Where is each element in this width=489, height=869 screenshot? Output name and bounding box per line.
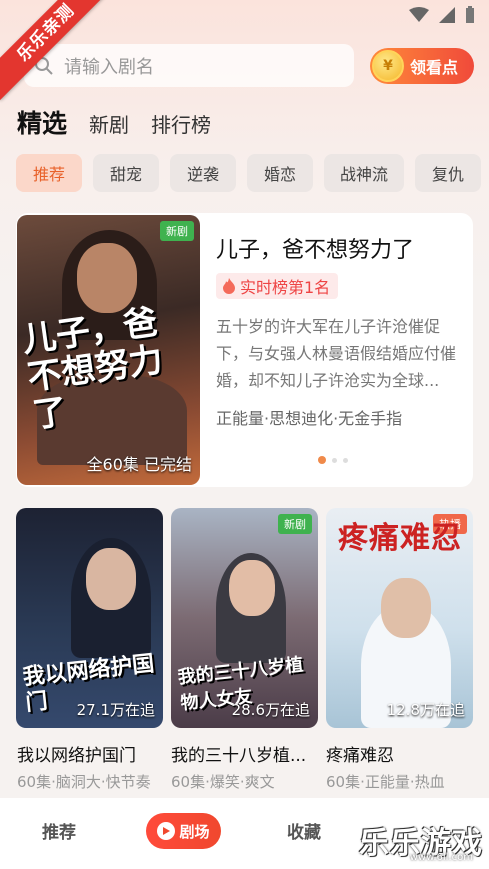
drama-sub-2: 60集·爆笑·爽文 — [171, 773, 275, 791]
category-marriage[interactable]: 婚恋 — [247, 154, 313, 192]
category-war-god[interactable]: 战神流 — [324, 154, 404, 192]
battery-icon — [466, 6, 474, 23]
category-recommend[interactable]: 推荐 — [16, 154, 82, 192]
tab-new[interactable]: 新剧 — [89, 109, 129, 138]
carousel-dot — [343, 457, 348, 463]
carousel-dot-active — [318, 456, 326, 464]
poster-face — [86, 548, 136, 610]
rank-label: 实时榜第1名 — [240, 278, 331, 297]
watching-count: 28.6万在追 — [231, 701, 310, 719]
poster-title: 儿子，爸不想努力了 — [19, 302, 166, 436]
category-revenge[interactable]: 复仇 — [415, 154, 481, 192]
coin-icon: ¥ — [372, 50, 404, 82]
play-icon — [157, 822, 176, 840]
nav-favorites[interactable]: 收藏 — [287, 818, 321, 843]
claim-points-label: 领看点 — [410, 58, 459, 77]
carousel-dot — [332, 457, 337, 463]
carousel-indicator — [318, 456, 348, 464]
watching-count: 12.8万在追 — [386, 701, 465, 719]
nav-recommend[interactable]: 推荐 — [42, 818, 76, 843]
new-badge: 新剧 — [160, 221, 194, 241]
category-chips: 推荐 甜宠 逆袭 婚恋 战神流 复仇 — [16, 154, 481, 192]
poster-face — [77, 243, 137, 313]
featured-tags: 正能量·思想迪化·无金手指 — [216, 409, 403, 428]
rank-badge: 实时榜第1名 — [216, 273, 339, 299]
poster-face — [381, 578, 431, 638]
claim-points-button[interactable]: ¥ 领看点 — [370, 48, 474, 84]
category-sweet[interactable]: 甜宠 — [93, 154, 159, 192]
site-watermark-url: www.6ll.com — [409, 852, 473, 863]
poster-face — [229, 560, 275, 616]
search-input[interactable]: 请输入剧名 — [24, 44, 354, 87]
episode-count: 全60集 已完结 — [86, 455, 192, 474]
featured-title[interactable]: 儿子，爸不想努力了 — [216, 232, 414, 264]
category-comeback[interactable]: 逆袭 — [170, 154, 236, 192]
nav-theater[interactable]: 剧场 — [146, 813, 221, 849]
nav-theater-label: 剧场 — [179, 822, 210, 841]
drama-name-2[interactable]: 我的三十八岁植... — [171, 741, 306, 766]
featured-description: 五十岁的许大军在儿子许沧催促下，与女强人林曼语假结婚应付催婚，却不知儿子许沧实为… — [216, 317, 457, 390]
tab-featured[interactable]: 精选 — [17, 104, 67, 140]
top-tabs: 精选 新剧 排行榜 — [17, 104, 211, 140]
drama-poster-2[interactable]: 新剧 我的三十八岁植物人女友 28.6万在追 — [171, 508, 318, 728]
status-bar — [409, 6, 475, 24]
drama-sub-3: 60集·正能量·热血 — [326, 773, 445, 791]
drama-poster-1[interactable]: 我以网络护国门 27.1万在追 — [16, 508, 163, 728]
poster-title: 疼痛难忍 — [338, 521, 462, 556]
featured-poster[interactable]: 新剧 儿子，爸不想努力了 全60集 已完结 — [17, 215, 200, 485]
wifi-icon — [409, 7, 429, 22]
tab-ranking[interactable]: 排行榜 — [151, 109, 211, 138]
watching-count: 27.1万在追 — [76, 701, 155, 719]
drama-name-3[interactable]: 疼痛难忍 — [326, 741, 394, 766]
search-placeholder: 请输入剧名 — [64, 56, 154, 78]
drama-sub-1: 60集·脑洞大·快节奏 — [17, 773, 151, 791]
signal-icon — [439, 7, 455, 23]
drama-poster-3[interactable]: 热播 疼痛难忍 12.8万在追 — [326, 508, 473, 728]
fire-icon — [223, 278, 235, 294]
new-badge: 新剧 — [278, 514, 312, 534]
drama-name-1[interactable]: 我以网络护国门 — [17, 741, 136, 766]
